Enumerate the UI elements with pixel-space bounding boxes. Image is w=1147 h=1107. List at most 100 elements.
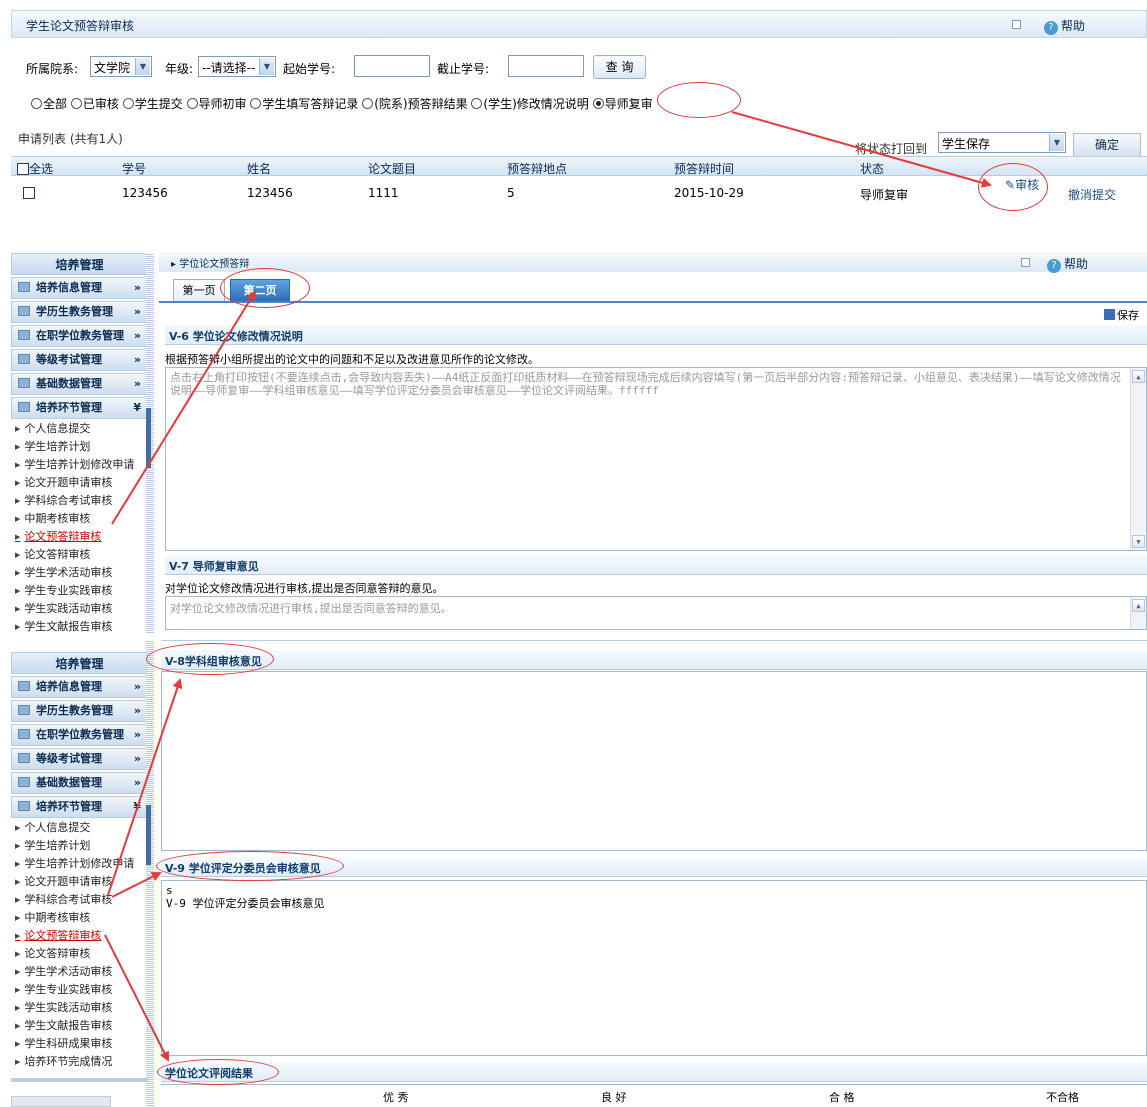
menu-training-steps[interactable]: 培养环节管理 ¥ bbox=[11, 796, 148, 818]
scroll-up-icon: ▲ bbox=[1132, 599, 1145, 612]
sidebar-subitem[interactable]: 论文预答辩审核 bbox=[11, 927, 148, 945]
sidebar-scroll-bar[interactable] bbox=[11, 1078, 148, 1082]
v7-header: V-7 导师复审意见 bbox=[165, 555, 1147, 575]
help-icon: ? bbox=[1044, 21, 1058, 35]
sidebar-subitem[interactable]: 学生实践活动审核 bbox=[11, 999, 148, 1017]
save-button[interactable]: 保存 bbox=[1104, 307, 1139, 323]
grade-select[interactable]: --请选择-- ▼ bbox=[198, 56, 276, 77]
sidebar-subitem[interactable]: 论文答辩审核 bbox=[11, 945, 148, 963]
query-button[interactable]: 查 询 bbox=[593, 55, 646, 79]
minimize-icon[interactable] bbox=[1021, 258, 1030, 267]
sidebar-subitem[interactable]: 学生学术活动审核 bbox=[11, 963, 148, 981]
v8-textarea[interactable] bbox=[161, 671, 1147, 851]
sidebar-subitem[interactable]: 学生学术活动审核 bbox=[11, 564, 148, 582]
sidebar-subitem[interactable]: 学生科研成果审核 bbox=[11, 1035, 148, 1053]
grade-value: --请选择-- bbox=[202, 61, 256, 75]
splitter-grip[interactable] bbox=[146, 408, 151, 468]
folder-icon bbox=[18, 753, 30, 763]
menu-base-data[interactable]: 基础数据管理» bbox=[11, 772, 148, 794]
scroll-down-icon: ▼ bbox=[1132, 535, 1145, 548]
confirm-button[interactable]: 确定 bbox=[1073, 133, 1141, 157]
menu-degree-edu[interactable]: 学历生教务管理» bbox=[11, 301, 148, 323]
sidebar-hscroll[interactable] bbox=[11, 1096, 111, 1107]
sidebar-subitem[interactable]: 学生实践活动审核 bbox=[11, 600, 148, 618]
v6-textarea[interactable]: 点击右上角打印按钮(不要连续点击,会导致内容丢失)——A4纸正反面打印纸质材料—… bbox=[165, 367, 1147, 551]
sidebar-top: 培养管理 培养信息管理» 学历生教务管理» 在职学位教务管理» 等级考试管理» … bbox=[11, 253, 148, 633]
cancel-submit-link[interactable]: 撤消提交 bbox=[1068, 186, 1116, 203]
radio-all[interactable]: 全部 bbox=[31, 97, 67, 111]
checkbox-select-all[interactable] bbox=[17, 163, 29, 175]
sidebar-subitem[interactable]: 学生文献报告审核 bbox=[11, 618, 148, 636]
revert-label: 将状态打回到 bbox=[855, 142, 928, 156]
sidebar-subitem[interactable]: 培养环节完成情况 bbox=[11, 1053, 148, 1071]
sidebar-subitem[interactable]: 学生培养计划修改申请 bbox=[11, 855, 148, 873]
menu-training-info[interactable]: 培养信息管理» bbox=[11, 277, 148, 299]
radio-defense-record[interactable]: 学生填写答辩记录 bbox=[250, 97, 358, 111]
sidebar-subitem[interactable]: 学生培养计划 bbox=[11, 438, 148, 456]
chevron-right-icon: » bbox=[133, 680, 141, 693]
menu-degree-edu[interactable]: 学历生教务管理» bbox=[11, 700, 148, 722]
v7-textarea[interactable]: 对学位论文修改情况进行审核,提出是否同意答辩的意见。 ▲ bbox=[165, 596, 1147, 630]
radio-dept-result[interactable]: (院系)预答辩结果 bbox=[362, 97, 468, 111]
v7-scrollbar[interactable]: ▲ bbox=[1130, 597, 1146, 629]
col-title: 论文题目 bbox=[368, 162, 417, 176]
sidebar-subitem[interactable]: 学科综合考试审核 bbox=[11, 891, 148, 909]
radio-student-submit[interactable]: 学生提交 bbox=[122, 97, 183, 111]
scroll-up-icon: ▲ bbox=[1132, 370, 1145, 383]
menu-exam[interactable]: 等级考试管理» bbox=[11, 349, 148, 371]
v6-scrollbar[interactable]: ▲ ▼ bbox=[1130, 368, 1146, 550]
chevron-right-icon: » bbox=[133, 281, 141, 294]
row-checkbox[interactable] bbox=[23, 187, 35, 199]
sidebar-subitem[interactable]: 中期考核审核 bbox=[11, 909, 148, 927]
menu-inservice-edu[interactable]: 在职学位教务管理» bbox=[11, 325, 148, 347]
splitter-grip[interactable] bbox=[146, 805, 151, 865]
folder-icon bbox=[18, 330, 30, 340]
cell-status: 导师复审 bbox=[860, 188, 909, 202]
sidebar-splitter[interactable] bbox=[146, 253, 154, 633]
sidebar-subitem[interactable]: 个人信息提交 bbox=[11, 420, 148, 438]
sidebar-subitem[interactable]: 论文开题申请审核 bbox=[11, 873, 148, 891]
end-id-input[interactable] bbox=[508, 55, 584, 77]
sidebar-subitem[interactable]: 学生专业实践审核 bbox=[11, 981, 148, 999]
sidebar-subitem[interactable]: 论文开题申请审核 bbox=[11, 474, 148, 492]
select-all[interactable]: 全选 bbox=[17, 160, 53, 177]
tab-page-1[interactable]: 第一页 bbox=[173, 279, 225, 301]
chevron-right-icon: » bbox=[133, 329, 141, 342]
eval-col-good: 良 好 bbox=[601, 1091, 627, 1104]
eval-col-pass: 合 格 bbox=[829, 1091, 855, 1104]
table-header: 全选 学号 姓名 论文题目 预答辩地点 预答辩时间 状态 bbox=[11, 156, 1147, 176]
cell-location: 5 bbox=[507, 186, 515, 200]
radio-revision-note[interactable]: (学生)修改情况说明 bbox=[471, 97, 589, 111]
revert-value: 学生保存 bbox=[942, 137, 991, 151]
radio-reviewed[interactable]: 已审核 bbox=[70, 97, 119, 111]
sidebar-subitem[interactable]: 论文答辩审核 bbox=[11, 546, 148, 564]
cell-time: 2015-10-29 bbox=[674, 186, 744, 200]
sidebar-subitem[interactable]: 学生文献报告审核 bbox=[11, 1017, 148, 1035]
sidebar-subitem[interactable]: 学生培养计划 bbox=[11, 837, 148, 855]
radio-advisor-first[interactable]: 导师初审 bbox=[186, 97, 247, 111]
start-id-input[interactable] bbox=[354, 55, 430, 77]
revert-status-select[interactable]: 学生保存 ▼ bbox=[938, 132, 1066, 153]
v9-textarea[interactable]: s V-9 学位评定分委员会审核意见 bbox=[161, 880, 1147, 1056]
sidebar-splitter[interactable] bbox=[146, 640, 154, 1107]
chevron-down-icon: ▼ bbox=[1049, 134, 1064, 151]
help-link[interactable]: ? 帮助 bbox=[1044, 17, 1085, 35]
sidebar-subitem[interactable]: 学科综合考试审核 bbox=[11, 492, 148, 510]
folder-icon bbox=[18, 801, 30, 811]
folder-icon bbox=[18, 402, 30, 412]
radio-advisor-recheck[interactable]: 导师复审 bbox=[592, 97, 653, 111]
sidebar-subitem[interactable]: 学生专业实践审核 bbox=[11, 582, 148, 600]
minimize-icon[interactable] bbox=[1012, 20, 1021, 29]
menu-training-steps[interactable]: 培养环节管理 ¥ bbox=[11, 397, 148, 419]
sidebar-subitem[interactable]: 学生培养计划修改申请 bbox=[11, 456, 148, 474]
menu-exam[interactable]: 等级考试管理» bbox=[11, 748, 148, 770]
annotation-circle bbox=[657, 82, 741, 118]
sidebar-subitem[interactable]: 个人信息提交 bbox=[11, 819, 148, 837]
menu-base-data[interactable]: 基础数据管理» bbox=[11, 373, 148, 395]
help-link[interactable]: ? 帮助 bbox=[1047, 255, 1088, 273]
sidebar-subitem[interactable]: 中期考核审核 bbox=[11, 510, 148, 528]
menu-training-info[interactable]: 培养信息管理» bbox=[11, 676, 148, 698]
sidebar-subitem[interactable]: 论文预答辩审核 bbox=[11, 528, 148, 546]
dept-select[interactable]: 文学院 ▼ bbox=[90, 56, 152, 77]
menu-inservice-edu[interactable]: 在职学位教务管理» bbox=[11, 724, 148, 746]
